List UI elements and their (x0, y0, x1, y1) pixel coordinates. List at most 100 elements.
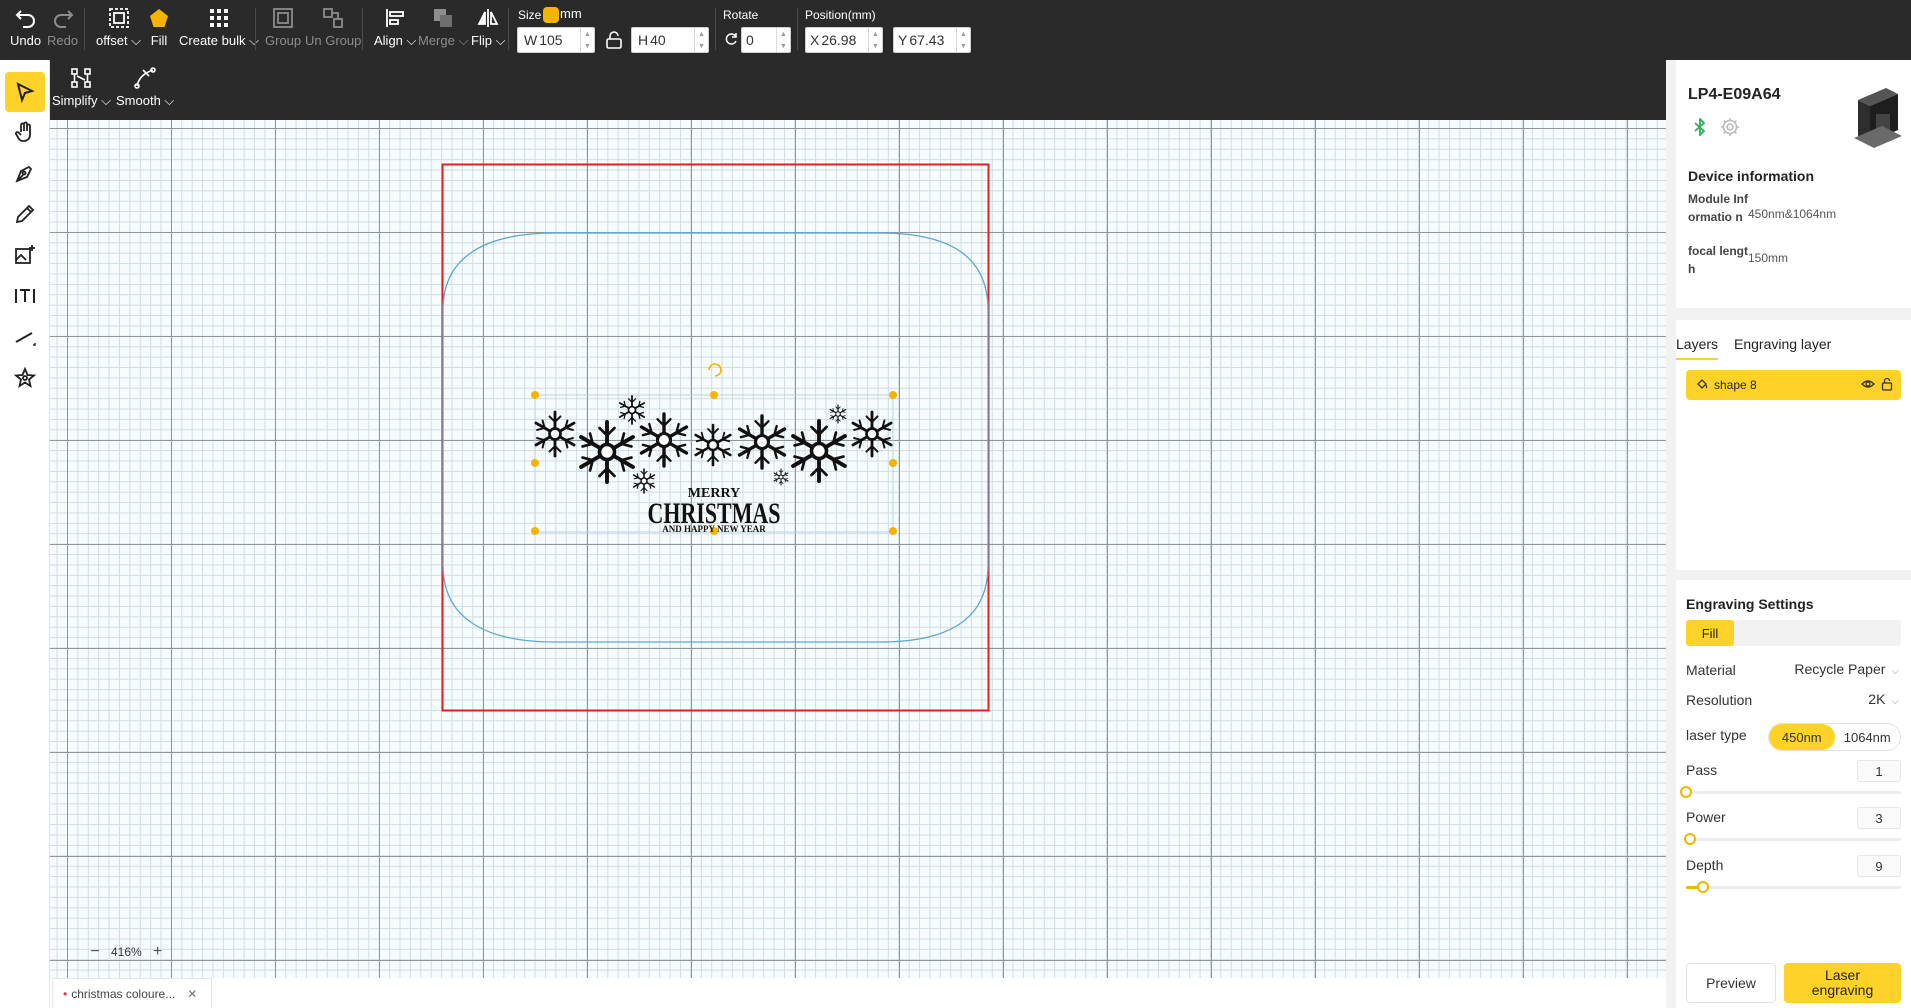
bed-outline (442, 232, 989, 643)
position-label: Position(mm) (805, 8, 876, 22)
unlock-icon[interactable] (1881, 377, 1893, 391)
engraving-settings-panel: Engraving Settings Fill Material Recycle… (1676, 580, 1911, 1008)
fill-pentagon-icon (150, 9, 168, 27)
undo-button[interactable]: Undo (10, 6, 41, 48)
width-input[interactable]: W 105 ▲ ▼ (517, 27, 595, 53)
x-stepper[interactable]: ▲ ▼ (868, 28, 882, 52)
module-info-value: 450nm&1064nm (1748, 207, 1837, 221)
ungroup-button[interactable]: Un Group (305, 6, 361, 48)
depth-label: Depth (1686, 857, 1724, 873)
text-tool[interactable] (5, 276, 45, 316)
material-select[interactable]: Recycle Paper ⌵ (1794, 661, 1899, 677)
power-slider-thumb[interactable] (1684, 833, 1697, 845)
layer-item[interactable]: shape 8 (1686, 370, 1901, 400)
rotate-handle-icon[interactable] (708, 363, 722, 377)
resolution-value: 2K (1868, 691, 1886, 707)
laser-device-image (1854, 88, 1902, 148)
pass-slider-thumb[interactable] (1680, 786, 1692, 798)
unit-label: mm (560, 6, 582, 21)
power-input[interactable]: 3 (1857, 807, 1901, 829)
aspect-lock-icon[interactable] (605, 30, 623, 50)
redo-label: Redo (47, 33, 79, 48)
y-prefix: Y (898, 32, 908, 48)
laser-450nm-option[interactable]: 450nm (1769, 724, 1835, 750)
path-toolbar: Simplify ⌵ Smooth ⌵ (50, 60, 1666, 120)
select-tool[interactable] (5, 72, 45, 112)
fill-button[interactable]: Fill (147, 6, 171, 48)
merge-label: Merge (418, 33, 455, 48)
preview-button[interactable]: Preview (1686, 963, 1776, 1003)
height-input[interactable]: H 40 ▲ ▼ (631, 27, 709, 53)
group-label: Group (265, 33, 302, 48)
group-icon (273, 8, 293, 28)
text-cursor-icon (15, 289, 35, 303)
layer-name: shape 8 (1714, 378, 1757, 392)
left-toolbox (0, 60, 50, 1008)
shape-tool[interactable] (5, 358, 45, 398)
chevron-down-icon: ⌵ (1891, 666, 1899, 677)
smooth-button[interactable]: Smooth ⌵ (116, 66, 174, 109)
offset-icon (108, 8, 129, 28)
offset-button[interactable]: offset ⌵ (96, 6, 141, 49)
pencil-icon (15, 204, 35, 224)
laser-1064nm-option[interactable]: 1064nm (1835, 724, 1901, 750)
create-bulk-label: Create bulk (179, 33, 246, 48)
size-label: Size (518, 8, 542, 22)
depth-slider-thumb[interactable] (1697, 881, 1710, 893)
width-stepper[interactable]: ▲ ▼ (580, 28, 594, 52)
tab-layers[interactable]: Layers (1676, 336, 1719, 360)
draw-tool[interactable] (5, 194, 45, 234)
merge-button[interactable]: Merge ⌵ (418, 6, 468, 49)
toolbar-divider (362, 8, 363, 50)
design-canvas[interactable]: MERRY CHRISTMAS AND HAPPY NEW YEAR − 416… (50, 120, 1666, 978)
y-stepper[interactable]: ▲ ▼ (956, 28, 970, 52)
pass-slider[interactable] (1680, 786, 1901, 798)
gear-icon[interactable] (1720, 117, 1740, 137)
bluetooth-icon (1694, 118, 1706, 136)
fill-mode-chip[interactable]: Fill (1686, 620, 1734, 646)
toolbar-divider (797, 8, 798, 50)
close-tab-icon[interactable]: ✕ (187, 987, 197, 1001)
unit-toggle[interactable] (543, 7, 559, 23)
depth-input[interactable]: 9 (1857, 855, 1901, 877)
power-slider[interactable] (1684, 833, 1901, 845)
rotate-icon (725, 33, 737, 45)
ungroup-icon (323, 8, 344, 28)
power-label: Power (1686, 809, 1726, 825)
x-input[interactable]: X 26.98 ▲ ▼ (805, 27, 883, 53)
layers-panel: Layers Engraving layer shape 8 (1676, 320, 1911, 570)
grid-dots-icon (209, 9, 228, 27)
create-bulk-button[interactable]: Create bulk ⌵ (179, 6, 259, 49)
resolution-select[interactable]: 2K ⌵ (1868, 691, 1899, 707)
right-panel: LP4-E09A64 Device information Module Inf… (1666, 60, 1911, 1008)
zoom-in-button[interactable]: + (148, 942, 168, 962)
simplify-button[interactable]: Simplify ⌵ (52, 66, 111, 109)
ungroup-label: Un Group (305, 33, 362, 48)
laser-engraving-button[interactable]: Laser engraving (1784, 963, 1901, 1003)
y-value: 67.43 (909, 32, 945, 48)
tab-engraving-layer[interactable]: Engraving layer (1734, 336, 1831, 352)
pass-input[interactable]: 1 (1857, 760, 1901, 782)
image-tool[interactable] (5, 235, 45, 275)
eye-icon[interactable] (1861, 377, 1875, 391)
engraving-settings-title: Engraving Settings (1686, 596, 1814, 612)
pan-tool[interactable] (5, 112, 45, 152)
depth-slider[interactable] (1686, 881, 1901, 893)
toolbar-divider (508, 8, 509, 50)
file-tab[interactable]: • christmas coloure... ✕ (52, 978, 212, 1008)
redo-button[interactable]: Redo (47, 6, 78, 48)
paint-bucket-icon (1696, 378, 1708, 393)
height-value: 40 (650, 32, 666, 48)
top-toolbar: Undo Redo offset ⌵ Fill Create bulk ⌵ Gr… (0, 0, 1911, 60)
height-stepper[interactable]: ▲ ▼ (694, 28, 708, 52)
rotate-stepper[interactable]: ▲ ▼ (776, 28, 790, 52)
zoom-out-button[interactable]: − (85, 942, 105, 962)
align-button[interactable]: Align ⌵ (374, 6, 416, 49)
flip-button[interactable]: Flip ⌵ (471, 6, 505, 49)
line-tool[interactable] (5, 317, 45, 357)
pen-tool[interactable] (5, 153, 45, 193)
cursor-arrow-icon (16, 82, 35, 104)
rotate-input[interactable]: 0 ▲ ▼ (741, 27, 791, 53)
group-button[interactable]: Group (265, 6, 301, 48)
y-input[interactable]: Y 67.43 ▲ ▼ (893, 27, 971, 53)
